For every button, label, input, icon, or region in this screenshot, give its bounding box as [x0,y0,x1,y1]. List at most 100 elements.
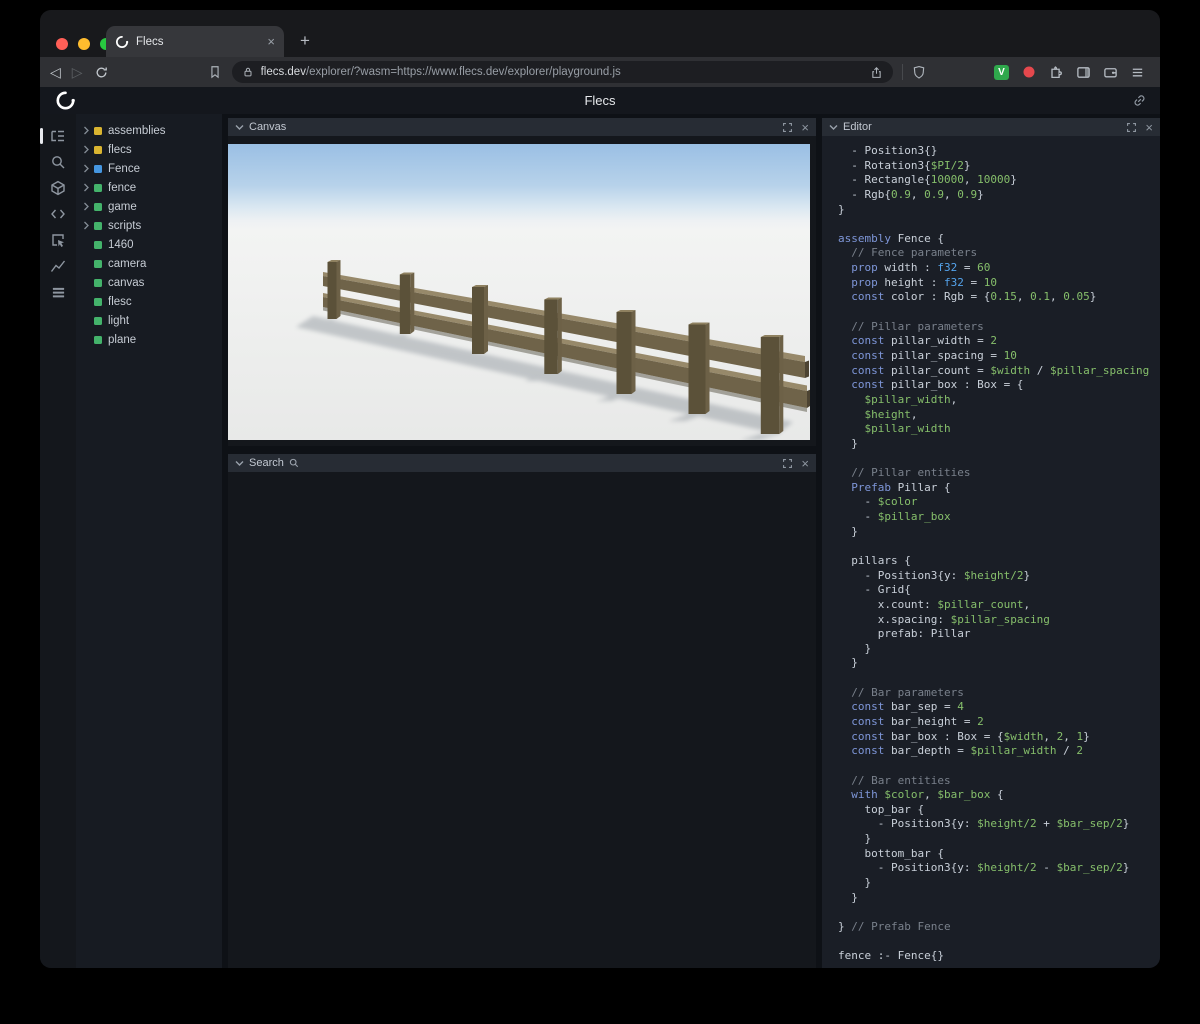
entity-label: assemblies [108,125,166,137]
share-icon[interactable] [870,66,883,79]
code-line: const pillar_count = $width / $pillar_sp… [838,364,1160,379]
extensions-puzzle-icon[interactable] [1045,61,1067,83]
entity-color-square [94,336,102,344]
new-tab-button[interactable]: + [292,28,318,54]
tree-item-Fence[interactable]: Fence [76,159,222,178]
entity-color-square [94,260,102,268]
tree-item-flecs[interactable]: flecs [76,140,222,159]
code-line: // Fence parameters [838,246,1160,261]
tree-item-fence[interactable]: fence [76,178,222,197]
code-editor[interactable]: - Position3{} - Rotation3{$PI/2} - Recta… [822,136,1160,968]
close-panel-icon[interactable]: × [1145,121,1153,134]
app-header: Flecs [40,87,1160,114]
url-text: flecs.dev/explorer/?wasm=https://www.fle… [261,66,621,78]
center-column: Canvas × [228,114,816,968]
panel-title: Search [249,457,284,469]
code-line [838,905,1160,920]
tree-item-camera[interactable]: camera [76,254,222,273]
code-icon[interactable] [40,201,76,227]
close-panel-icon[interactable]: × [801,457,809,470]
code-line [838,451,1160,466]
main-content: assemblies flecsFencefencegamescripts1460… [40,114,1160,968]
expand-chevron-icon[interactable] [83,221,94,230]
sky-and-ground [228,144,810,440]
expand-panel-icon[interactable] [782,458,793,469]
bookmark-icon[interactable] [208,65,222,79]
entity-color-square [94,165,102,173]
canvas-panel-header[interactable]: Canvas × [228,118,816,136]
code-line: - $color [838,495,1160,510]
code-line [838,217,1160,232]
vimium-extension-icon[interactable]: V [994,65,1009,80]
tree-item-flesc[interactable]: flesc [76,292,222,311]
code-line: const bar_box : Box = {$width, 2, 1} [838,730,1160,745]
expand-chevron-icon[interactable] [83,202,94,211]
entity-tree: assemblies flecsFencefencegamescripts1460… [76,114,222,968]
expand-chevron-icon[interactable] [83,183,94,192]
chart-icon[interactable] [40,253,76,279]
rows-icon[interactable] [40,279,76,305]
wallet-icon[interactable] [1099,61,1121,83]
extensions-area: V [990,61,1148,83]
lock-icon [242,66,254,78]
entity-label: light [108,315,129,327]
tree-item-game[interactable]: game [76,197,222,216]
expand-chevron-icon[interactable] [83,145,94,154]
back-button[interactable]: ◁ [50,64,61,81]
close-window-button[interactable] [56,38,68,50]
reload-button[interactable] [94,65,109,80]
editor-panel-header[interactable]: Editor × [822,118,1160,136]
entity-color-square [94,317,102,325]
inspect-icon[interactable] [40,227,76,253]
collapse-chevron-icon[interactable] [235,460,244,467]
entity-color-square [94,127,102,135]
tree-item-plane[interactable]: plane [76,330,222,349]
collapse-chevron-icon[interactable] [829,124,838,131]
menu-icon[interactable] [1126,61,1148,83]
entity-color-square [94,184,102,192]
code-line: x.spacing: $pillar_spacing [838,613,1160,628]
side-panel-icon[interactable] [1072,61,1094,83]
entity-label: plane [108,334,136,346]
canvas-3d-view[interactable] [228,136,816,446]
search-results-area[interactable] [228,472,816,968]
search-panel: Search × [228,454,816,968]
url-bar[interactable]: flecs.dev/explorer/?wasm=https://www.fle… [232,61,893,83]
code-line [838,935,1160,950]
code-line: x.count: $pillar_count, [838,598,1160,613]
close-panel-icon[interactable]: × [801,121,809,134]
collapse-chevron-icon[interactable] [235,124,244,131]
expand-panel-icon[interactable] [1126,122,1137,133]
code-line: const color : Rgb = {0.15, 0.1, 0.05} [838,290,1160,305]
search-icon[interactable] [40,149,76,175]
cube-icon[interactable] [40,175,76,201]
expand-chevron-icon[interactable] [83,126,94,135]
code-line: const bar_sep = 4 [838,700,1160,715]
record-extension-icon[interactable] [1018,61,1040,83]
code-line: - Position3{} [838,144,1160,159]
tree-item-scripts[interactable]: scripts [76,216,222,235]
code-line: top_bar { [838,803,1160,818]
code-line: $height, [838,408,1160,423]
entity-color-square [94,203,102,211]
tree-item-light[interactable]: light [76,311,222,330]
tab-close-icon[interactable]: × [267,35,275,48]
tree-item-1460[interactable]: 1460 [76,235,222,254]
minimize-window-button[interactable] [78,38,90,50]
search-panel-header[interactable]: Search × [228,454,816,472]
code-line: // Pillar entities [838,466,1160,481]
code-line: } [838,656,1160,671]
browser-toolbar: ◁ ▷ flecs.dev/explorer/?wasm=https://www… [40,57,1160,87]
entity-color-square [94,241,102,249]
tree-icon[interactable] [40,123,76,149]
expand-panel-icon[interactable] [782,122,793,133]
browser-tab[interactable]: Flecs × [106,26,284,57]
tree-item-assemblies[interactable]: assemblies [76,121,222,140]
link-icon[interactable] [1132,93,1147,108]
shield-icon[interactable] [912,65,926,79]
tree-item-canvas[interactable]: canvas [76,273,222,292]
expand-chevron-icon[interactable] [83,164,94,173]
forward-button[interactable]: ▷ [72,64,83,81]
code-line: bottom_bar { [838,847,1160,862]
code-line: - $pillar_box [838,510,1160,525]
